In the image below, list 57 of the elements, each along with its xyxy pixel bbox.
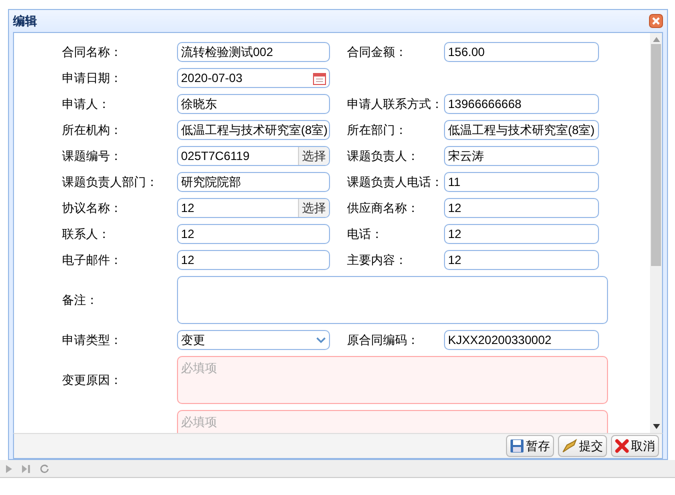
last-page-icon[interactable] xyxy=(22,464,30,472)
input-field[interactable]: 徐晓东 xyxy=(177,94,330,114)
input-field[interactable]: 低温工程与技术研究室(8室) xyxy=(177,120,330,140)
field-label: 所在机构： xyxy=(62,122,123,139)
field-label: 协议名称： xyxy=(62,200,123,217)
textarea[interactable] xyxy=(177,276,608,324)
scrollbar[interactable] xyxy=(650,33,662,433)
field-label: 课题负责人： xyxy=(347,148,420,165)
field-label: 申请人： xyxy=(62,96,111,113)
field-label: 供应商名称： xyxy=(347,200,420,217)
field-label: 备注： xyxy=(62,292,99,309)
input-field[interactable]: 12 xyxy=(444,250,599,270)
field-label: 电话： xyxy=(347,226,384,243)
scroll-down-icon[interactable] xyxy=(652,424,660,429)
field-label: 变更原因： xyxy=(62,372,123,389)
play-icon[interactable] xyxy=(6,464,12,472)
close-icon[interactable] xyxy=(649,14,663,28)
field-label: 合同金额： xyxy=(347,44,408,61)
input-field[interactable]: 11 xyxy=(444,172,599,192)
input-field[interactable]: 宋云涛 xyxy=(444,146,599,166)
field-label: 申请日期： xyxy=(62,70,123,87)
input-field[interactable]: 12 xyxy=(177,224,330,244)
scroll-up-icon[interactable] xyxy=(652,37,660,42)
date-field[interactable]: 2020-07-03 xyxy=(177,68,330,88)
field-label: 电子邮件： xyxy=(62,252,123,269)
field-label: 原合同编码： xyxy=(347,332,420,349)
submit-button[interactable]: 提交 xyxy=(558,435,607,457)
input-field[interactable]: 156.00 xyxy=(444,42,599,62)
field-label: 联系人： xyxy=(62,226,111,243)
required-textarea[interactable]: 必填项 xyxy=(177,410,608,433)
chevron-down-icon xyxy=(316,336,326,344)
input-field[interactable]: 12 xyxy=(444,224,599,244)
pen-icon xyxy=(562,439,577,453)
input-field[interactable]: 研究院院部 xyxy=(177,172,330,192)
field-label: 课题负责人电话： xyxy=(347,174,444,191)
cancel-button[interactable]: 取消 xyxy=(611,435,659,457)
input-field[interactable]: 13966666668 xyxy=(444,94,599,114)
refresh-icon[interactable] xyxy=(40,464,49,473)
field-label: 课题编号： xyxy=(62,148,123,165)
field-label: 主要内容： xyxy=(347,252,408,269)
field-label: 合同名称： xyxy=(62,44,123,61)
input-field[interactable]: 12 xyxy=(177,250,330,270)
field-label: 课题负责人部门： xyxy=(62,174,159,191)
dropdown-field[interactable]: 变更 xyxy=(177,330,330,350)
date-value: 2020-07-03 xyxy=(181,70,244,87)
field-label: 申请人联系方式： xyxy=(347,96,444,113)
dialog-title: 编辑 xyxy=(13,13,37,30)
input-field[interactable]: KJXX20200330002 xyxy=(444,330,599,350)
field-label: 申请类型： xyxy=(62,332,123,349)
cross-icon xyxy=(615,439,629,453)
field-label: 所在部门： xyxy=(347,122,408,139)
input-field[interactable]: 流转检验测试002 xyxy=(177,42,330,62)
input-field[interactable]: 低温工程与技术研究室(8室) xyxy=(444,120,599,140)
calendar-icon[interactable] xyxy=(313,72,326,84)
required-textarea[interactable]: 必填项 xyxy=(177,356,608,404)
save-button[interactable]: 暂存 xyxy=(506,435,554,457)
input-field[interactable]: 12 xyxy=(444,198,599,218)
